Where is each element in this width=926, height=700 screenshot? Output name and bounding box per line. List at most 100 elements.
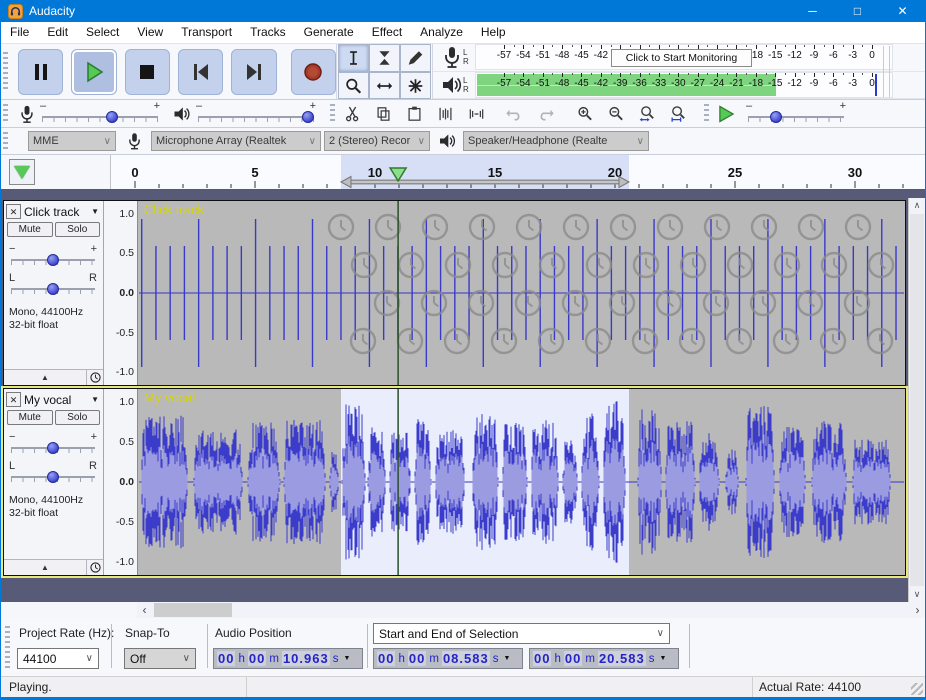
menu-item-tracks[interactable]: Tracks — [241, 22, 295, 43]
close-button[interactable]: ✕ — [880, 0, 925, 22]
waveform-click-track[interactable]: Click track — [138, 201, 905, 385]
undo-button[interactable] — [500, 101, 529, 126]
menu-item-help[interactable]: Help — [472, 22, 515, 43]
time-field-dropdown-icon[interactable]: ▼ — [343, 655, 350, 662]
track-collapse-button[interactable]: ▲ — [4, 560, 86, 575]
vertical-scroll-thumb[interactable] — [910, 214, 924, 586]
paste-button[interactable] — [400, 101, 429, 126]
record-button[interactable] — [291, 49, 336, 95]
menu-item-analyze[interactable]: Analyze — [411, 22, 472, 43]
playback-meter[interactable]: LR -57-54-51-48-45-42-39-36-33-30-27-24-… — [433, 72, 925, 100]
time-digits[interactable]: 00 — [533, 651, 551, 666]
time-unit-label[interactable]: h — [238, 653, 244, 665]
play-speed-thumb[interactable] — [770, 111, 782, 123]
resize-grip[interactable] — [911, 683, 923, 695]
time-unit-label[interactable]: m — [429, 653, 439, 665]
selection-start-field[interactable]: 00h00m08.583s▼ — [373, 648, 523, 669]
time-digits[interactable]: 00 — [248, 651, 266, 666]
recording-volume-thumb[interactable] — [106, 111, 118, 123]
track-gain-thumb[interactable] — [47, 442, 59, 454]
recording-channels-select[interactable]: 2 (Stereo) Recor∨ — [324, 131, 430, 151]
maximize-button[interactable]: □ — [835, 0, 880, 22]
playback-meter-body[interactable]: -57-54-51-48-45-42-39-36-33-30-27-24-21-… — [475, 72, 893, 98]
horizontal-scroll-thumb[interactable] — [154, 603, 232, 617]
playback-device-select[interactable]: Speaker/Headphone (Realte∨ — [463, 131, 649, 151]
time-digits[interactable]: 00 — [377, 651, 395, 666]
horizontal-scrollbar[interactable]: ‹ › — [137, 602, 925, 618]
menu-item-generate[interactable]: Generate — [295, 22, 363, 43]
menu-item-view[interactable]: View — [128, 22, 172, 43]
track-close-button[interactable]: ✕ — [6, 392, 21, 407]
envelope-tool-button[interactable] — [369, 44, 400, 72]
minimize-button[interactable]: ─ — [790, 0, 835, 22]
track-collapse-button[interactable]: ▲ — [4, 370, 86, 385]
monitoring-tooltip[interactable]: Click to Start Monitoring — [611, 49, 752, 67]
pause-button[interactable] — [18, 49, 63, 95]
skip-to-end-button[interactable] — [231, 49, 276, 95]
device-toolbar-grip[interactable] — [3, 132, 8, 150]
track-pan-slider[interactable]: L R — [9, 274, 97, 298]
menu-item-select[interactable]: Select — [77, 22, 128, 43]
track-gain-slider[interactable]: − + — [9, 245, 97, 269]
skip-to-start-button[interactable] — [178, 49, 223, 95]
time-field-dropdown-icon[interactable]: ▼ — [659, 655, 666, 662]
time-unit-label[interactable]: m — [585, 653, 595, 665]
time-shift-tool-button[interactable] — [369, 72, 400, 99]
menu-item-file[interactable]: File — [1, 22, 38, 43]
play-speed-slider[interactable]: – + — [746, 102, 846, 126]
time-digits[interactable]: 10.963 — [282, 651, 330, 666]
fit-project-button[interactable] — [664, 101, 693, 126]
scroll-left-button[interactable]: ‹ — [137, 602, 152, 618]
solo-button[interactable]: Solo — [55, 222, 101, 237]
zoom-tool-button[interactable] — [338, 72, 369, 99]
sync-lock-icon-button[interactable] — [86, 560, 103, 575]
audio-position-field[interactable]: 00h00m10.963s▼ — [213, 648, 363, 669]
recording-device-select[interactable]: Microphone Array (Realtek∨ — [151, 131, 321, 151]
mute-button[interactable]: Mute — [7, 410, 53, 425]
solo-button[interactable]: Solo — [55, 410, 101, 425]
menu-item-effect[interactable]: Effect — [363, 22, 411, 43]
recording-volume-slider[interactable]: – + — [40, 102, 160, 126]
time-digits[interactable]: 00 — [217, 651, 235, 666]
track-pan-thumb[interactable] — [47, 471, 59, 483]
time-digits[interactable]: 08.583 — [442, 651, 490, 666]
scroll-down-button[interactable]: ∨ — [909, 587, 925, 602]
time-unit-label[interactable]: s — [493, 653, 499, 665]
track-pan-slider[interactable]: L R — [9, 462, 97, 486]
menu-item-edit[interactable]: Edit — [38, 22, 77, 43]
toolbar-grip[interactable] — [3, 52, 8, 91]
scroll-up-button[interactable]: ∧ — [909, 198, 925, 213]
time-unit-label[interactable]: s — [649, 653, 655, 665]
zoom-in-button[interactable] — [571, 101, 600, 126]
record-meter-body[interactable]: -57-54-51-48-45-42-39-36-33-30-27-24-21-… — [475, 44, 893, 70]
playback-volume-slider[interactable]: – + — [196, 102, 316, 126]
redo-button[interactable] — [531, 101, 560, 126]
time-unit-label[interactable]: h — [554, 653, 560, 665]
mute-button[interactable]: Mute — [7, 222, 53, 237]
track-name-menu[interactable]: Click track ▼ — [24, 205, 101, 219]
playback-volume-thumb[interactable] — [302, 111, 314, 123]
timeline-ruler[interactable]: 051015202530 — [111, 155, 925, 189]
cut-button[interactable] — [338, 101, 367, 126]
track-name-menu[interactable]: My vocal ▼ — [24, 393, 101, 407]
time-digits[interactable]: 00 — [408, 651, 426, 666]
play-button[interactable] — [71, 49, 116, 95]
mixer-toolbar-grip[interactable] — [3, 104, 8, 123]
menu-item-transport[interactable]: Transport — [172, 22, 241, 43]
time-digits[interactable]: 20.583 — [598, 651, 646, 666]
scroll-right-button[interactable]: › — [910, 602, 925, 618]
audio-host-select[interactable]: MME∨ — [28, 131, 116, 151]
vertical-scrollbar[interactable]: ∧ ∨ — [908, 198, 925, 602]
snap-to-select[interactable]: Off∨ — [124, 648, 196, 669]
time-field-dropdown-icon[interactable]: ▼ — [503, 655, 510, 662]
zoom-out-button[interactable] — [602, 101, 631, 126]
time-unit-label[interactable]: m — [269, 653, 279, 665]
sync-lock-icon-button[interactable] — [86, 370, 103, 385]
track-close-button[interactable]: ✕ — [6, 204, 21, 219]
stop-button[interactable] — [125, 49, 170, 95]
fit-selection-button[interactable] — [633, 101, 662, 126]
time-unit-label[interactable]: s — [333, 653, 339, 665]
track-gain-slider[interactable]: − + — [9, 433, 97, 457]
time-digits[interactable]: 00 — [564, 651, 582, 666]
meter-resize-grip[interactable] — [883, 46, 895, 97]
